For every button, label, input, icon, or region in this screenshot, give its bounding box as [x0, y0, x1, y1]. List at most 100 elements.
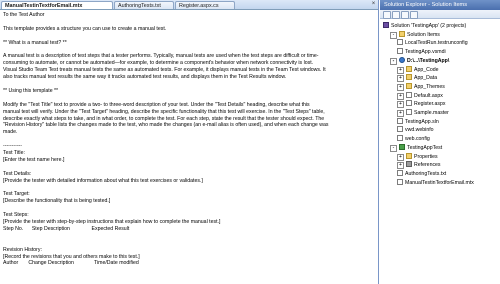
- folder-icon: [406, 82, 412, 89]
- tree-node[interactable]: + Register.aspx: [397, 100, 446, 109]
- tree-node-label: vwd.webinfo: [405, 127, 434, 134]
- tree-node[interactable]: - Solution Items: [390, 30, 440, 39]
- tree-node[interactable]: - D:\...\TestingApp\: [390, 56, 449, 65]
- document-line: Author Change Description Time/Date modi…: [3, 260, 139, 267]
- file-icon: [397, 169, 403, 176]
- close-tab-icon[interactable]: ×: [370, 1, 377, 8]
- tree-node-label: Register.aspx: [414, 101, 446, 108]
- solution-tree: Solution 'TestingApp' (2 projects) - Solut…: [380, 20, 500, 284]
- tab-register-aspx-cs[interactable]: Register.aspx.cs: [175, 1, 235, 9]
- tree-node[interactable]: vwd.webinfo: [397, 126, 434, 134]
- solution-explorer-panel: Solution Explorer - Solution Items Solut…: [380, 0, 500, 284]
- collapse-icon[interactable]: -: [390, 144, 397, 152]
- tree-node[interactable]: + App_Code: [397, 65, 439, 74]
- tree-node[interactable]: + App_Data: [397, 74, 438, 83]
- document-line: [Provide the tester with step-by-step in…: [3, 219, 221, 226]
- tree-node-label: ManualTestinTextforEmail.mtx: [405, 179, 474, 186]
- expand-icon[interactable]: +: [397, 83, 404, 91]
- file-icon: [406, 91, 412, 98]
- tree-node[interactable]: TestingApp.vsmdi: [397, 48, 446, 56]
- folder-icon: [406, 152, 412, 159]
- document-line: made.: [3, 129, 18, 136]
- file-icon: [406, 100, 412, 107]
- expand-icon[interactable]: +: [397, 92, 404, 100]
- tree-node-label: App_Code: [414, 66, 439, 73]
- tree-node-label: LocalTestRun.testrunconfig: [405, 40, 468, 47]
- file-icon: [397, 39, 403, 46]
- expand-icon[interactable]: +: [397, 101, 404, 109]
- expand-icon[interactable]: +: [397, 66, 404, 74]
- tree-node-label: TestingApp.vsmdi: [405, 49, 446, 56]
- tree-node[interactable]: + App_Themes: [397, 82, 445, 91]
- show-all-files-icon[interactable]: [392, 11, 400, 19]
- document-line: manual test will verify. Under the "Test…: [3, 108, 325, 115]
- document-line: To the Test Author: [3, 12, 45, 18]
- document-line: [3, 233, 375, 240]
- document-line: ** Using this template **: [3, 87, 59, 94]
- solution-explorer-toolbar: [380, 10, 500, 19]
- tree-node[interactable]: Solution 'TestingApp' (2 projects): [383, 22, 466, 30]
- tree-node-label: App_Data: [414, 75, 438, 82]
- view-code-icon[interactable]: [410, 11, 418, 19]
- document-line: "Revision History" table lists the chang…: [3, 122, 329, 129]
- tree-node[interactable]: TestingApp.sln: [397, 117, 439, 126]
- tree-node[interactable]: LocalTestRun.testrunconfig: [397, 39, 468, 47]
- document-line: describe exactly what steps to take, and…: [3, 115, 325, 122]
- document-line: Visual Studio Team Test treats manual te…: [3, 67, 326, 74]
- panel-title: Solution Explorer - Solution Items: [380, 0, 500, 10]
- tree-node[interactable]: AuthoringTests.txt: [397, 169, 447, 178]
- document-line: Step No. Step Description Expected Resul…: [3, 225, 130, 232]
- document-line: also tracks manual test results the same…: [3, 74, 287, 81]
- tree-node[interactable]: + Properties: [397, 152, 438, 161]
- tab-authoringtests-txt[interactable]: AuthoringTests.txt: [114, 1, 174, 9]
- document-line: A manual test is a description of test s…: [3, 53, 319, 60]
- collapse-icon[interactable]: -: [390, 31, 397, 39]
- file-icon: [397, 135, 403, 142]
- tab-label: ManualTestinTextforEmail.mtx: [5, 3, 83, 9]
- expand-icon[interactable]: +: [397, 75, 404, 83]
- tab-label: Register.aspx.cs: [179, 3, 219, 9]
- document-line: [3, 164, 375, 171]
- document-line: ** What is a manual test? **: [3, 39, 67, 46]
- document-line: Revision History:: [3, 246, 42, 253]
- document-line: [3, 81, 375, 88]
- expand-icon[interactable]: +: [397, 162, 404, 170]
- tab-label: AuthoringTests.txt: [118, 3, 161, 9]
- document-line: [3, 240, 375, 247]
- tree-node-label: web.config: [405, 136, 430, 143]
- file-icon: [397, 117, 403, 124]
- tree-node[interactable]: + Sample.master: [397, 109, 449, 117]
- folder-icon: [399, 30, 405, 37]
- tree-node-label: Solution Items: [407, 31, 440, 38]
- document-line: This template provides a structure you c…: [3, 25, 167, 32]
- folder-icon: [406, 65, 412, 72]
- tree-node-label: Default.aspx: [414, 92, 443, 99]
- tree-node[interactable]: ManualTestinTextforEmail.mtx: [397, 178, 474, 187]
- text-editor[interactable]: To the Test Author This template provides…: [3, 12, 375, 284]
- document-line: Test Target:: [3, 191, 30, 198]
- tab-manualtest-mtx[interactable]: ManualTestinTextforEmail.mtx: [1, 1, 113, 9]
- tree-node[interactable]: + References: [397, 161, 441, 170]
- document-line: [3, 185, 375, 192]
- refs-icon: [406, 161, 412, 168]
- document-line: Modify the "Test Title" text to provide …: [3, 101, 310, 108]
- tree-node[interactable]: web.config: [397, 135, 430, 143]
- tree-node-label: AuthoringTests.txt: [405, 170, 447, 177]
- file-icon: [397, 178, 403, 185]
- document-line: consuming to automate, or cannot be auto…: [3, 60, 314, 67]
- document-line: [Describe the functionality that is bein…: [3, 198, 111, 205]
- document-line: [3, 136, 375, 143]
- tree-node-label: TestingAppTest: [407, 144, 443, 151]
- refresh-icon[interactable]: [401, 11, 409, 19]
- tree-node[interactable]: + Default.aspx: [397, 91, 443, 100]
- tree-node-label: TestingApp.sln: [405, 118, 439, 125]
- expand-icon[interactable]: +: [397, 110, 404, 117]
- document-line: [3, 19, 375, 26]
- collapse-icon[interactable]: -: [390, 57, 397, 65]
- expand-icon[interactable]: +: [397, 153, 404, 161]
- properties-icon[interactable]: [383, 11, 391, 19]
- document-pane: ManualTestinTextforEmail.mtx AuthoringTe…: [0, 0, 379, 284]
- tree-node[interactable]: - TestingAppTest: [390, 143, 443, 152]
- document-line: Test Details:: [3, 170, 32, 177]
- document-line: Test Title:: [3, 150, 25, 157]
